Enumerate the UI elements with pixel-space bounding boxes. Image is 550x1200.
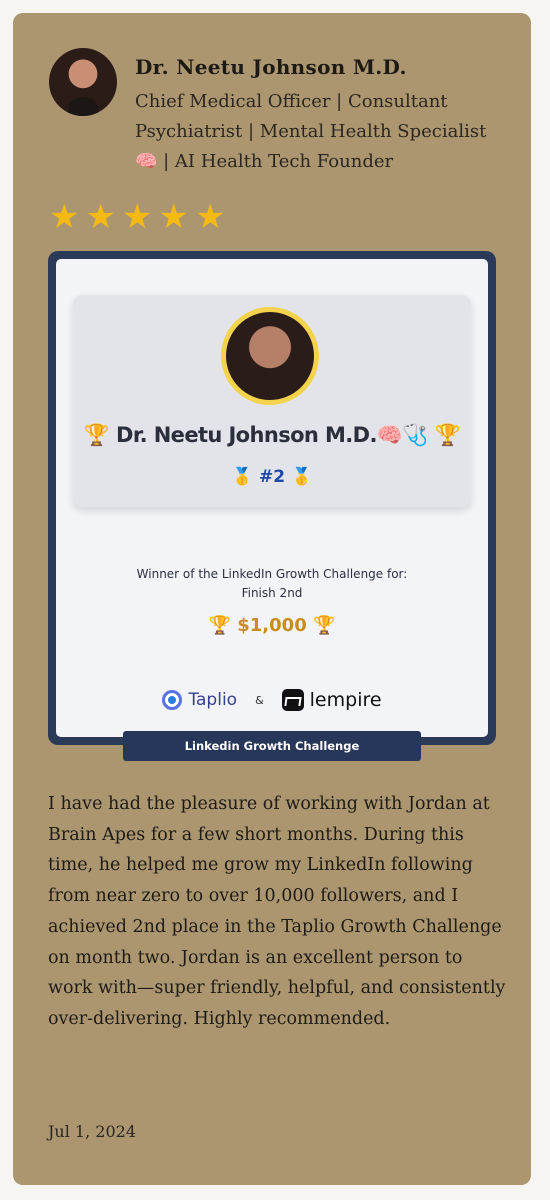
lempire-logo-icon	[281, 689, 304, 711]
badge-profile-panel: 🏆 Dr. Neetu Johnson M.D.🧠🩺 🏆 🥇 #2 🥇	[73, 295, 471, 507]
testimonial-text: I have had the pleasure of working with …	[48, 794, 506, 1029]
taplio-logo-icon	[162, 690, 183, 710]
winner-line-1: Winner of the LinkedIn Growth Challenge …	[136, 567, 408, 581]
star-icon: ★	[158, 197, 189, 237]
lempire-logo-label: lempire	[309, 689, 382, 711]
sponsor-logos: Taplio & lempire	[56, 689, 488, 711]
challenge-ribbon: Linkedin Growth Challenge	[123, 731, 421, 761]
star-icon: ★	[194, 197, 226, 237]
winner-text: Winner of the LinkedIn Growth Challenge …	[56, 565, 488, 603]
testimonial-card: Dr. Neetu Johnson M.D. Chief Medical Off…	[13, 13, 531, 1185]
star-icon: ★	[85, 197, 116, 237]
reviewer-headline: Chief Medical Officer | Consultant Psych…	[135, 91, 487, 172]
star-icon: ★	[49, 197, 80, 237]
ampersand: &	[255, 693, 264, 707]
prize-amount: 🏆 $1,000 🏆	[208, 615, 336, 636]
badge-profile-photo	[221, 307, 319, 405]
reviewer-avatar[interactable]	[49, 48, 117, 116]
badge-rank: 🥇 #2 🥇	[231, 467, 313, 487]
winner-line-2: Finish 2nd	[241, 586, 303, 600]
badge-inner: 🏆 Dr. Neetu Johnson M.D.🧠🩺 🏆 🥇 #2 🥇 Winn…	[56, 259, 488, 737]
challenge-badge-image: 🏆 Dr. Neetu Johnson M.D.🧠🩺 🏆 🥇 #2 🥇 Winn…	[48, 251, 496, 745]
star-icon: ★	[121, 197, 153, 237]
badge-name: 🏆 Dr. Neetu Johnson M.D.🧠🩺 🏆	[83, 423, 461, 447]
star-rating: ★ ★ ★ ★ ★	[49, 197, 225, 237]
taplio-logo-label: Taplio	[188, 690, 238, 710]
testimonial-date: Jul 1, 2024	[48, 1122, 136, 1141]
reviewer-name[interactable]: Dr. Neetu Johnson M.D.	[135, 55, 407, 79]
